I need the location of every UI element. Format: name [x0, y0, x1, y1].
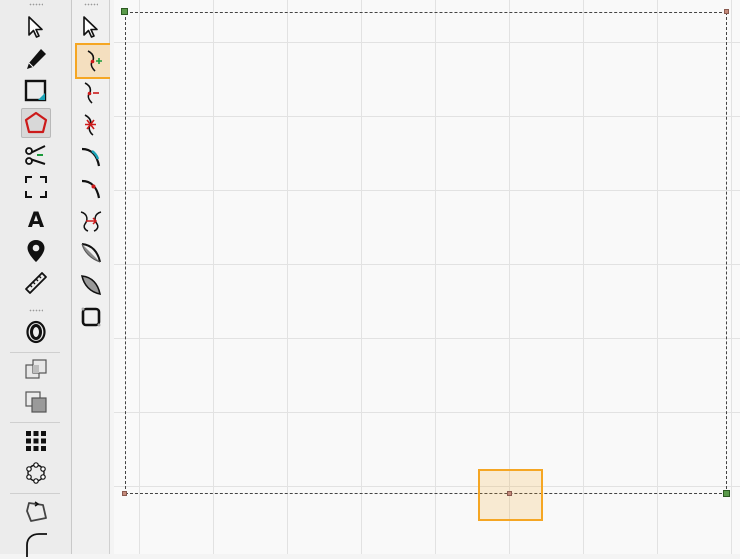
selection-handle-top-right[interactable] [724, 9, 729, 14]
pen-icon [27, 49, 46, 69]
add-node-button[interactable] [75, 43, 112, 79]
ring-icon [26, 320, 46, 344]
measure-tool-button[interactable] [21, 268, 51, 298]
smooth-path-button[interactable] [76, 238, 106, 268]
node-select-button[interactable] [76, 12, 106, 42]
rectangle-tool-button[interactable] [21, 76, 51, 106]
rounded-corner-tool-button[interactable] [21, 529, 51, 559]
select-arrow-icon [28, 16, 43, 38]
rounded-square-icon [81, 307, 101, 327]
toolbar-grip[interactable] [83, 3, 98, 6]
pin-tool-button[interactable] [21, 236, 51, 266]
cusp-path-icon [80, 275, 102, 296]
path-node[interactable] [507, 491, 512, 496]
rounded-corner-icon [26, 533, 47, 557]
curve-segment-icon [81, 147, 101, 167]
selection-handle-top-left[interactable] [121, 8, 128, 15]
node-select-icon [83, 16, 98, 38]
polygon-tool-button[interactable] [21, 108, 51, 138]
break-node-icon [84, 114, 96, 136]
join-nodes-icon [80, 211, 102, 232]
break-node-button[interactable] [76, 110, 106, 140]
crop-tool-button[interactable] [21, 172, 51, 202]
circle-nodes-icon [26, 462, 46, 484]
toolbar-separator [10, 422, 60, 423]
subtract-tool-button[interactable] [21, 387, 51, 417]
join-nodes-button[interactable] [76, 206, 106, 236]
selection-handle-bottom-right[interactable] [723, 490, 730, 497]
polyline-icon [26, 501, 47, 522]
remove-node-icon [84, 82, 99, 104]
polyline-tool-button[interactable] [21, 497, 51, 527]
line-segment-button[interactable] [76, 174, 106, 204]
map-pin-icon [27, 240, 45, 262]
text-tool-button[interactable]: A [21, 204, 51, 234]
subtract-icon [25, 391, 47, 413]
pen-tool-button[interactable] [21, 44, 51, 74]
add-node-icon [87, 50, 102, 72]
rounded-square-button[interactable] [76, 302, 106, 332]
remove-node-button[interactable] [76, 78, 106, 108]
select-tool-button[interactable] [21, 12, 51, 42]
union-icon [25, 359, 47, 379]
rectangle-icon [24, 79, 47, 102]
circle-nodes-tool-button[interactable] [21, 458, 51, 488]
selection-handle-bottom-left[interactable] [122, 491, 127, 496]
scissors-tool-button[interactable] [21, 140, 51, 170]
toolbar-grip[interactable] [28, 3, 43, 6]
polygon-icon [24, 111, 48, 134]
ruler-icon [25, 272, 47, 294]
node-toolbar [72, 0, 112, 554]
ring-tool-button[interactable] [21, 317, 51, 347]
curve-segment-button[interactable] [76, 142, 106, 172]
crop-corners-icon [25, 176, 47, 198]
grid-tool-button[interactable] [21, 426, 51, 456]
grid-dots-icon [26, 431, 46, 451]
smooth-path-icon [81, 243, 101, 263]
text-icon: A [28, 208, 45, 232]
scissors-icon [25, 145, 46, 165]
svg-text:A: A [28, 208, 45, 232]
toolbar-separator [10, 352, 60, 353]
main-toolbar: A [0, 0, 72, 557]
toolbar-grip[interactable] [28, 309, 43, 312]
line-segment-icon [81, 179, 101, 199]
toolbar-separator [10, 493, 60, 494]
cusp-path-button[interactable] [76, 270, 106, 300]
union-tool-button[interactable] [21, 355, 51, 385]
selection-bounding-box[interactable] [125, 12, 727, 494]
